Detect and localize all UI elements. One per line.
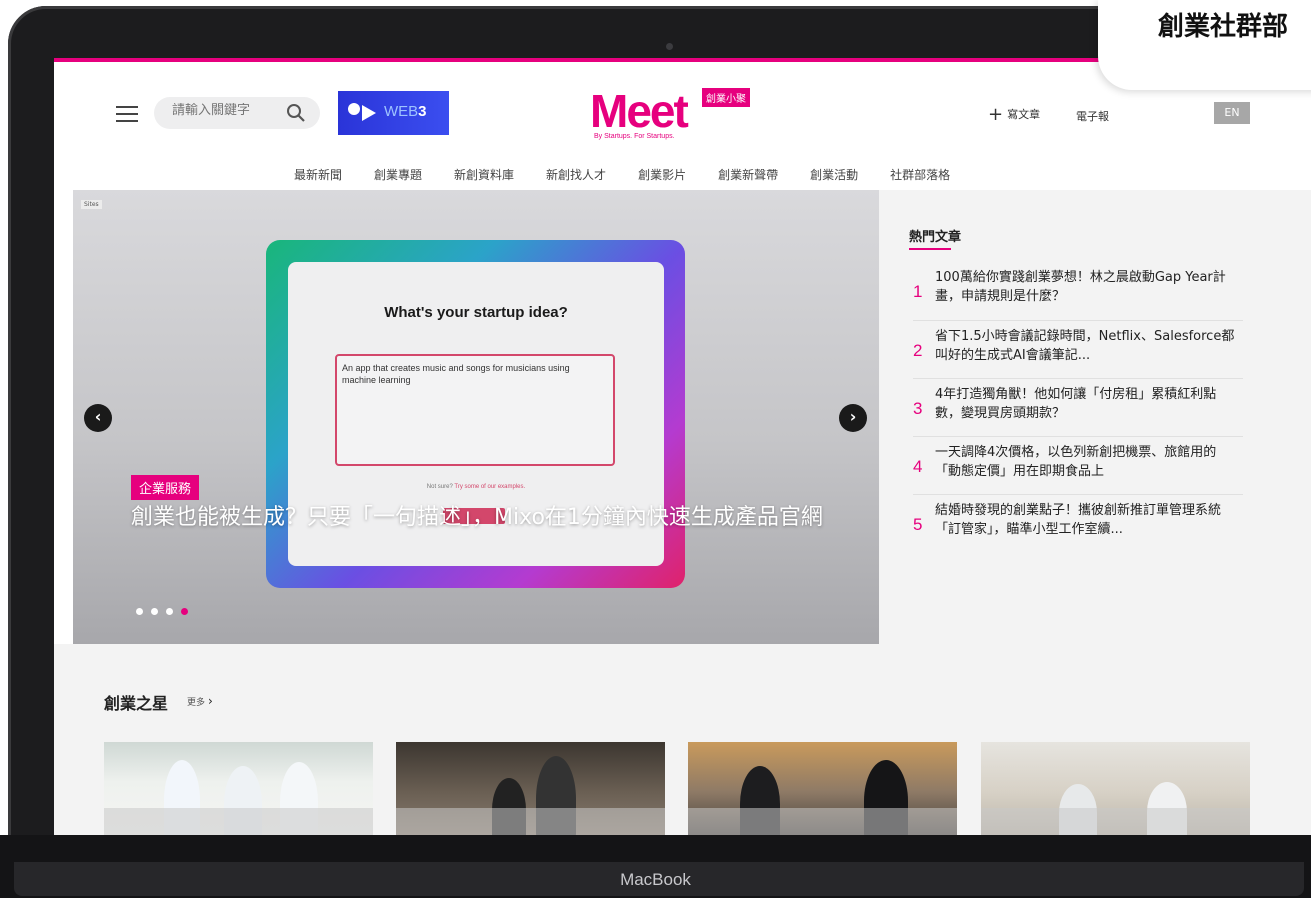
startup-card-image[interactable] — [688, 742, 957, 840]
language-button[interactable]: EN — [1214, 102, 1250, 124]
more-label: 更多 — [187, 698, 206, 708]
slider-dots — [136, 608, 188, 615]
web3-label-prefix: WEB — [384, 103, 419, 120]
nav-item-topics[interactable]: 創業專題 — [374, 166, 422, 188]
article-title[interactable]: 一天調降4次價格，以色列新創把機票、旅館用的「動態定價」用在即期食品上 — [935, 443, 1235, 481]
startup-card-image[interactable] — [396, 742, 665, 840]
slider-dot-1[interactable] — [136, 608, 143, 615]
popular-articles-list: 1 100萬給你實踐創業夢想！林之晨啟動Gap Year計畫，申請規則是什麼？ … — [913, 262, 1243, 552]
hero-title[interactable]: 創業也能被生成？只要「一句描述」，Mixo在1分鐘內快速生成產品官網 — [131, 500, 851, 536]
search-icon[interactable] — [286, 103, 306, 123]
list-item[interactable]: 1 100萬給你實踐創業夢想！林之晨啟動Gap Year計畫，申請規則是什麼？ — [913, 262, 1243, 320]
web3-label: WEB3 — [384, 103, 427, 120]
list-item[interactable]: 3 4年打造獨角獸！他如何讓「付房租」累積紅利點數，變現買房頭期款？ — [913, 378, 1243, 436]
web3-logo-icon — [348, 103, 376, 121]
startup-stars-section: 創業之星 更多 › — [54, 644, 1311, 840]
web3-label-suffix: 3 — [418, 103, 427, 120]
hero-slider[interactable]: Sites What's your startup idea? An app t… — [73, 190, 879, 644]
hero-card-input-text: An app that creates music and songs for … — [342, 363, 570, 385]
nav-item-community-blog[interactable]: 社群部落格 — [890, 166, 950, 188]
hero-card-hint: Not sure? Try some of our examples. — [288, 484, 664, 490]
write-article-button[interactable]: + 寫文章 — [988, 104, 1040, 125]
list-item[interactable]: 4 一天調降4次價格，以色列新創把機票、旅館用的「動態定價」用在即期食品上 — [913, 436, 1243, 494]
list-item[interactable]: 5 結婚時發現的創業點子！攜彼創新推訂單管理系統「訂管家」，瞄準小型工作室續..… — [913, 494, 1243, 552]
article-title[interactable]: 100萬給你實踐創業夢想！林之晨啟動Gap Year計畫，申請規則是什麼？ — [935, 268, 1235, 306]
section-title: 創業之星 — [104, 694, 169, 713]
more-link[interactable]: 更多 › — [187, 694, 213, 708]
device-brand-label: MacBook — [620, 870, 691, 889]
hero-card-hint-prefix: Not sure? — [426, 484, 453, 490]
ebook-link[interactable]: 電子報 — [1076, 108, 1109, 124]
startup-card-image[interactable] — [104, 742, 373, 840]
browser-screen: WEB3 Meet 創業小聚 By Startups. For Startups… — [54, 58, 1311, 840]
nav-item-videos[interactable]: 創業影片 — [638, 166, 686, 188]
nav-item-latest-news[interactable]: 最新新聞 — [294, 166, 342, 188]
rank-number: 3 — [913, 399, 923, 418]
hero-card-hint-link: Try some of our examples. — [454, 484, 526, 490]
search-input[interactable] — [172, 103, 282, 118]
meet-logo[interactable]: Meet 創業小聚 By Startups. For Startups. — [590, 86, 760, 144]
popular-articles-title: 熱門文章 — [909, 230, 962, 245]
hero-card-title: What's your startup idea? — [384, 304, 568, 321]
search-box — [154, 97, 320, 129]
slider-next-button[interactable]: › — [839, 404, 867, 432]
nav-item-startup-database[interactable]: 新創資料庫 — [454, 166, 514, 188]
startup-card-image[interactable] — [981, 742, 1250, 840]
rank-number: 2 — [913, 341, 923, 360]
hamburger-menu-icon[interactable] — [116, 106, 138, 122]
nav-item-talent[interactable]: 新創找人才 — [546, 166, 606, 188]
slider-dot-2[interactable] — [151, 608, 158, 615]
speech-bubble-text: 創業社群部 — [1158, 12, 1289, 42]
logo-tag: 創業小聚 — [702, 88, 750, 107]
main-nav: 最新新聞 創業專題 新創資料庫 新創找人才 創業影片 創業新聲帶 創業活動 社群… — [294, 166, 1094, 188]
slider-dot-3[interactable] — [166, 608, 173, 615]
chevron-right-icon: › — [208, 694, 213, 708]
article-title[interactable]: 4年打造獨角獸！他如何讓「付房租」累積紅利點數，變現買房頭期款？ — [935, 385, 1235, 423]
write-article-label: 寫文章 — [1007, 108, 1041, 121]
rank-number: 4 — [913, 457, 923, 476]
list-item[interactable]: 2 省下1.5小時會議記錄時間，Netflix、Salesforce都叫好的生成… — [913, 320, 1243, 378]
slider-dot-4[interactable] — [181, 608, 188, 615]
rank-number: 1 — [913, 282, 923, 301]
web3-banner[interactable]: WEB3 — [338, 91, 449, 135]
logo-subtitle: By Startups. For Startups. — [594, 133, 675, 140]
title-underline — [909, 248, 951, 250]
camera-icon — [666, 43, 673, 50]
article-title[interactable]: 結婚時發現的創業點子！攜彼創新推訂單管理系統「訂管家」，瞄準小型工作室續... — [935, 501, 1235, 539]
nav-item-podcast[interactable]: 創業新聲帶 — [718, 166, 778, 188]
popular-articles-sidebar: 熱門文章 1 100萬給你實踐創業夢想！林之晨啟動Gap Year計畫，申請規則… — [879, 190, 1311, 644]
category-badge[interactable]: 企業服務 — [131, 475, 200, 500]
plus-icon: + — [988, 104, 1004, 125]
hero-card-input: An app that creates music and songs for … — [335, 354, 615, 466]
site-tag: Sites — [81, 200, 102, 209]
nav-item-events[interactable]: 創業活動 — [810, 166, 858, 188]
rank-number: 5 — [913, 515, 923, 534]
slider-prev-button[interactable]: ‹ — [84, 404, 112, 432]
logo-text: Meet — [590, 85, 689, 137]
article-title[interactable]: 省下1.5小時會議記錄時間，Netflix、Salesforce都叫好的生成式A… — [935, 327, 1235, 365]
